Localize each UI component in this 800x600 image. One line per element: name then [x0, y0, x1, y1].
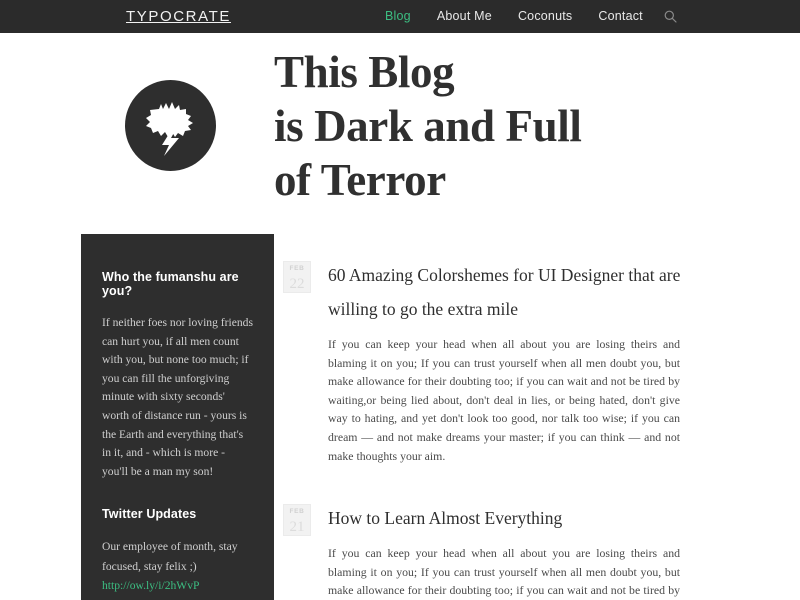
post-list: FEB 22 60 Amazing Colorshemes for UI Des… [283, 258, 683, 600]
sidebar: Who the fumanshu are you? If neither foe… [81, 234, 274, 600]
post-date-month: FEB [289, 508, 305, 516]
page-title-line-3: of Terror [274, 155, 446, 205]
tweet-link[interactable]: http://ow.ly/i/2hWvP [102, 577, 253, 596]
widget-about-title: Who the fumanshu are you? [102, 270, 239, 298]
hero-section: This Blog is Dark and Full of Terror [0, 33, 800, 234]
widget-twitter-updates: Twitter Updates Our employee of month, s… [102, 507, 253, 600]
post-item: FEB 22 60 Amazing Colorshemes for UI Des… [283, 258, 683, 465]
nav-item-blog[interactable]: Blog [372, 0, 424, 33]
post-body: If you can keep your head when all about… [328, 546, 680, 598]
nav-item-coconuts[interactable]: Coconuts [505, 0, 585, 33]
post-title[interactable]: 60 Amazing Colorshemes for UI Designer t… [328, 258, 683, 326]
main-navigation: Blog About Me Coconuts Contact [372, 0, 684, 33]
post-date-day: 22 [289, 275, 305, 292]
tweet-item: Our employee of month, stay focused, sta… [102, 537, 253, 595]
post-title[interactable]: How to Learn Almost Everything [328, 501, 683, 535]
post-date-badge: FEB 22 [283, 261, 311, 293]
widget-about: Who the fumanshu are you? If neither foe… [102, 270, 253, 481]
widget-about-text: If neither foes nor loving friends can h… [102, 316, 253, 478]
post-body: If you can keep your head when all about… [328, 337, 680, 463]
page-title: This Blog is Dark and Full of Terror [274, 45, 694, 207]
widget-twitter-title: Twitter Updates [102, 507, 197, 522]
search-icon[interactable] [658, 0, 684, 33]
post-item: FEB 21 How to Learn Almost Everything If… [283, 501, 683, 600]
page-title-line-1: This Blog [274, 47, 455, 97]
storm-cloud-lightning-icon [125, 80, 216, 171]
site-logo-text[interactable]: TYPOCRATE [126, 8, 231, 25]
post-date-day: 21 [289, 518, 305, 535]
nav-item-contact[interactable]: Contact [585, 0, 655, 33]
post-date-badge: FEB 21 [283, 504, 311, 537]
page-title-line-2: is Dark and Full [274, 101, 582, 151]
post-date-month: FEB [289, 265, 305, 272]
nav-item-about-me[interactable]: About Me [424, 0, 505, 33]
tweet-text: Our employee of month, stay focused, sta… [102, 540, 238, 573]
site-header: TYPOCRATE Blog About Me Coconuts Contact [0, 0, 800, 33]
